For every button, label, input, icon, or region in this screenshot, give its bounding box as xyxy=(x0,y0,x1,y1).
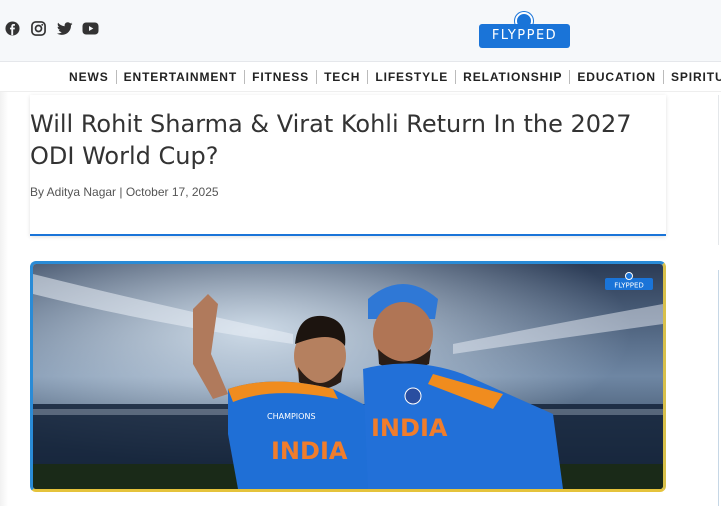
jersey-text-2: INDIA xyxy=(371,414,448,442)
nav-item-education[interactable]: EDUCATION xyxy=(569,70,663,84)
article-featured-image: INDIA CHAMPIONS INDIA FLYPPED xyxy=(30,261,666,492)
article-byline: By Aditya Nagar | October 17, 2025 xyxy=(30,185,219,199)
nav-item-tech[interactable]: TECH xyxy=(316,70,367,84)
logo-text: FLYPPED xyxy=(479,24,570,48)
page-gutter xyxy=(0,92,8,506)
social-links xyxy=(4,20,99,37)
watermark-text: FLYPPED xyxy=(614,282,644,290)
nav-item-relationship[interactable]: RELATIONSHIP xyxy=(455,70,569,84)
twitter-icon[interactable] xyxy=(56,20,73,37)
site-logo[interactable]: FLYPPED xyxy=(479,10,570,50)
nav-item-entertainment[interactable]: ENTERTAINMENT xyxy=(115,70,244,84)
instagram-icon[interactable] xyxy=(30,20,47,37)
nav-item-spiritual[interactable]: SPIRITUAL xyxy=(662,70,721,84)
youtube-icon[interactable] xyxy=(82,20,99,37)
nav-item-lifestyle[interactable]: LIFESTYLE xyxy=(367,70,455,84)
article-header-card: Will Rohit Sharma & Virat Kohli Return I… xyxy=(30,95,666,236)
watermark-logo: FLYPPED xyxy=(605,272,653,290)
main-nav: NEWS ENTERTAINMENT FITNESS TECH LIFESTYL… xyxy=(0,62,721,92)
jersey-badge-text: CHAMPIONS xyxy=(267,412,316,421)
jersey-text-1: INDIA xyxy=(271,437,348,465)
facebook-icon[interactable] xyxy=(4,20,21,37)
nav-item-news[interactable]: NEWS xyxy=(62,70,116,84)
article-title: Will Rohit Sharma & Virat Kohli Return I… xyxy=(30,110,632,170)
top-header: FLYPPED xyxy=(0,0,721,62)
nav-item-fitness[interactable]: FITNESS xyxy=(244,70,316,84)
